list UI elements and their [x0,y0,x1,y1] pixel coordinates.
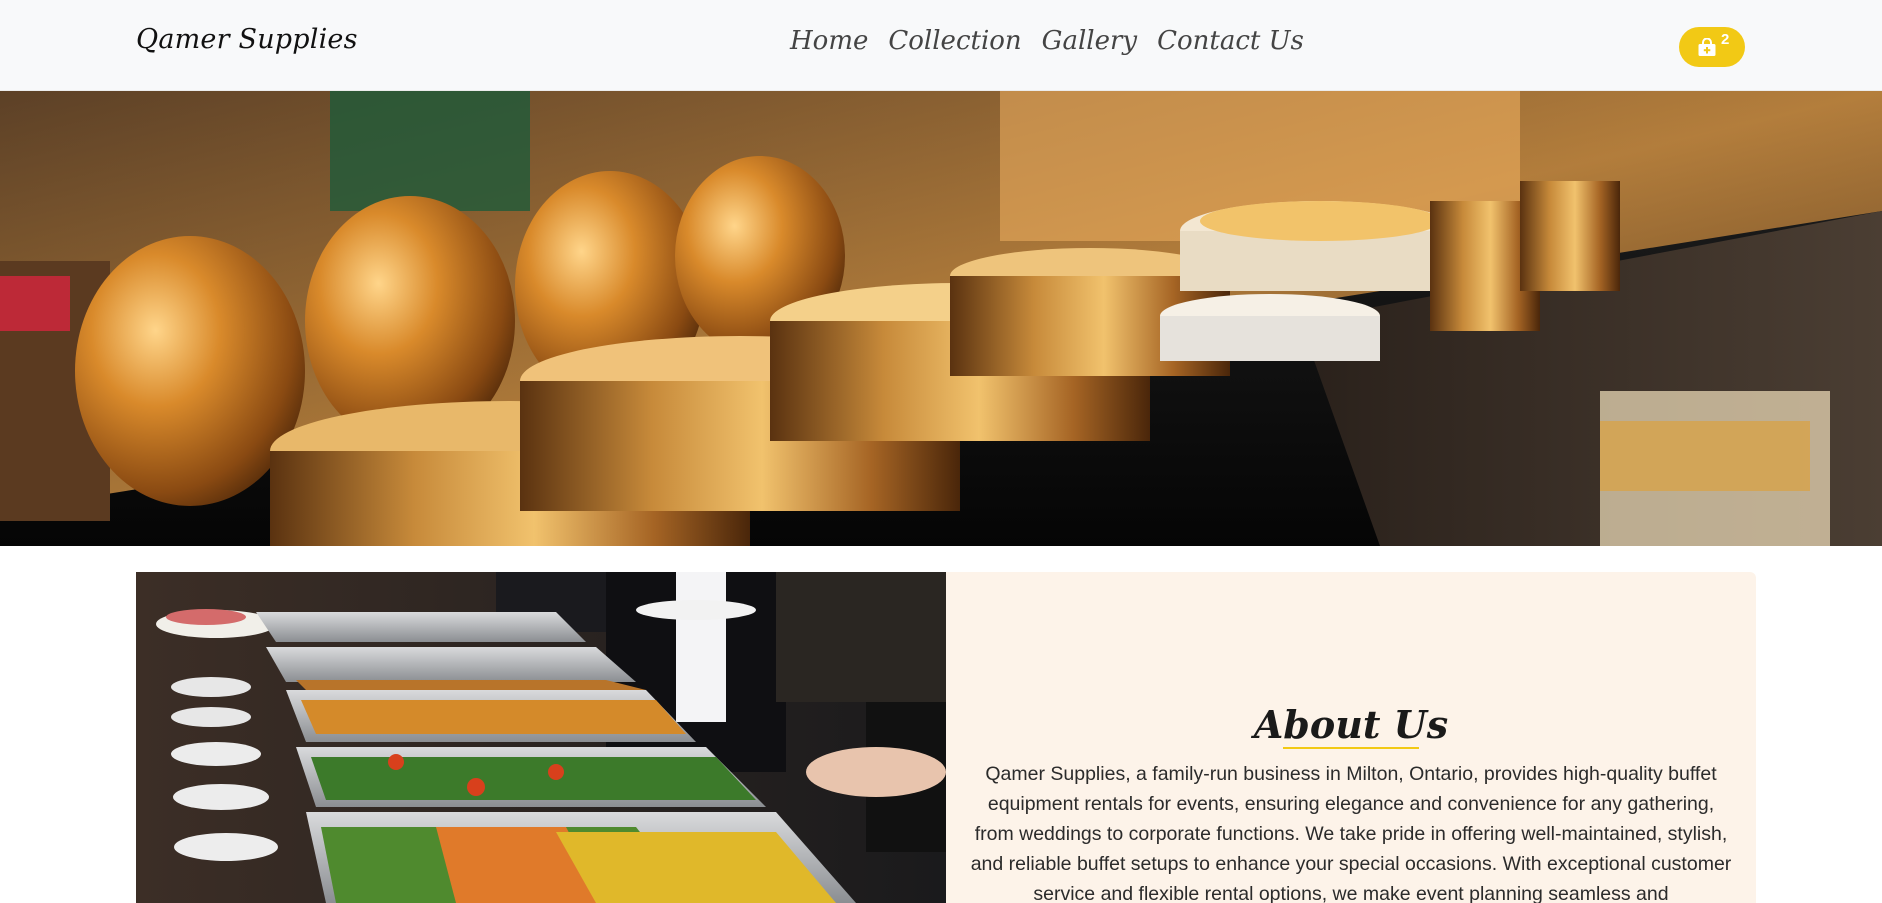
navbar: Qamer Supplies Home Collection Gallery C… [0,0,1882,91]
about-image [136,572,946,903]
cart-count-badge: 2 [1721,31,1730,48]
nav-link-gallery[interactable]: Gallery [1042,26,1137,56]
shopping-bag-icon [1698,38,1716,56]
buffet-line-illustration [136,572,946,903]
nav-link-contact-us[interactable]: Contact Us [1157,26,1304,56]
hero-image [0,91,1882,546]
about-description: Qamer Supplies, a family-run business in… [970,763,1732,903]
main-nav: Home Collection Gallery Contact Us [790,26,1304,56]
copper-chafing-dishes-illustration [0,91,1882,546]
nav-link-collection[interactable]: Collection [888,26,1021,56]
about-title-underline [1283,747,1419,749]
brand-logo[interactable]: Qamer Supplies [136,24,358,55]
nav-link-home[interactable]: Home [790,26,868,56]
about-card: About Us Qamer Supplies, a family-run bu… [946,572,1756,903]
about-title: About Us [1253,702,1449,747]
cart-button[interactable]: 2 [1679,27,1745,67]
